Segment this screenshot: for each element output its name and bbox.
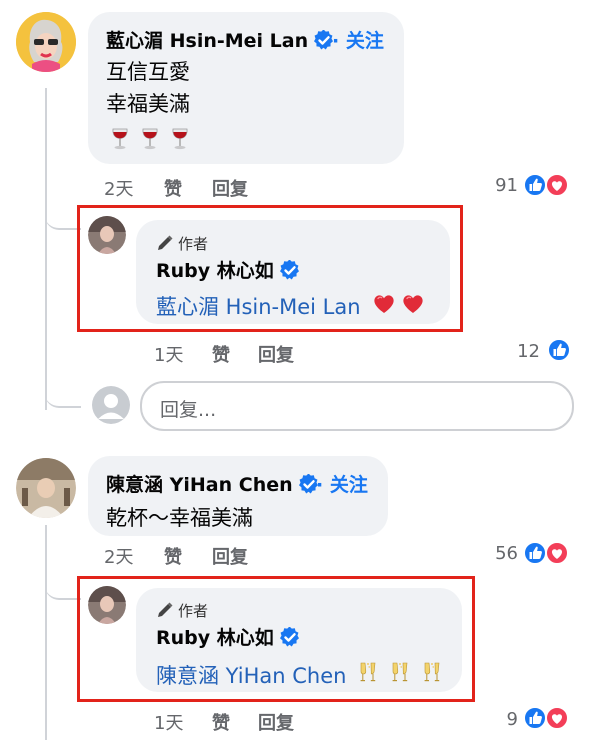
like-icon (523, 541, 547, 565)
like-icon (547, 338, 571, 362)
reaction-count[interactable]: 9 (486, 709, 518, 730)
reply-author[interactable]: Ruby 林心如 (156, 623, 300, 650)
pencil-icon (158, 235, 173, 250)
heart-icon (545, 541, 569, 565)
reply-button[interactable]: 回复 (212, 175, 248, 201)
red-heart-icon (372, 290, 430, 322)
reactions[interactable] (521, 172, 573, 202)
reply-author[interactable]: Ruby 林心如 (156, 256, 300, 283)
comment-author[interactable]: 陳意涵 YiHan Chen (106, 470, 319, 497)
avatar-ruby[interactable] (88, 216, 126, 254)
thread-branch-replybox (45, 372, 81, 408)
wine-glass-icon (110, 126, 200, 156)
avatar-ruby[interactable] (88, 586, 126, 624)
reply-input-placeholder: 回复... (160, 399, 217, 421)
thread-line-2 (45, 525, 47, 740)
avatar-yihan-chen[interactable] (16, 458, 76, 518)
verified-icon (279, 260, 300, 280)
author-badge: 作者 (156, 600, 208, 621)
reply-button[interactable]: 回复 (212, 543, 248, 569)
pencil-icon (158, 602, 173, 617)
mention-link[interactable]: 陳意涵 YiHan Chen (156, 660, 346, 690)
reactions[interactable] (521, 705, 573, 735)
reaction-count[interactable]: 91 (480, 175, 518, 196)
reply-button[interactable]: 回复 (258, 341, 294, 367)
avatar-hsin-mei-lan[interactable] (16, 12, 76, 72)
user-avatar-placeholder (92, 386, 130, 424)
reply-button[interactable]: 回复 (258, 709, 294, 735)
mention-link[interactable]: 藍心湄 Hsin-Mei Lan (156, 291, 361, 321)
reactions[interactable] (545, 337, 573, 367)
reactions[interactable] (521, 540, 573, 570)
like-button[interactable]: 赞 (164, 175, 182, 201)
comment-text-line: 幸福美滿 (106, 92, 190, 116)
like-icon (523, 706, 547, 730)
reply-time[interactable]: 1天 (154, 709, 183, 735)
follow-button[interactable]: · 关注 (316, 470, 368, 497)
comment-text-line: 乾杯～幸福美滿 (106, 506, 253, 530)
comment-time[interactable]: 2天 (104, 175, 133, 201)
reply-time[interactable]: 1天 (154, 341, 183, 367)
heart-icon (545, 706, 569, 730)
comment-text-line: 互信互愛 (106, 60, 190, 84)
reaction-count[interactable]: 56 (478, 543, 518, 564)
like-button[interactable]: 赞 (212, 709, 230, 735)
comment-time[interactable]: 2天 (104, 543, 133, 569)
champagne-glasses-icon (358, 658, 450, 690)
reaction-count[interactable]: 12 (500, 341, 540, 362)
like-icon (523, 173, 547, 197)
like-button[interactable]: 赞 (164, 543, 182, 569)
thread-line (45, 88, 47, 410)
author-badge: 作者 (156, 233, 208, 254)
verified-icon (279, 627, 300, 647)
heart-icon (545, 173, 569, 197)
follow-button[interactable]: · 关注 (332, 26, 384, 53)
thread-branch-reply1 (45, 180, 81, 230)
thread-branch-reply2 (45, 560, 81, 600)
like-button[interactable]: 赞 (212, 341, 230, 367)
comment-author[interactable]: 藍心湄 Hsin-Mei Lan (106, 26, 335, 53)
